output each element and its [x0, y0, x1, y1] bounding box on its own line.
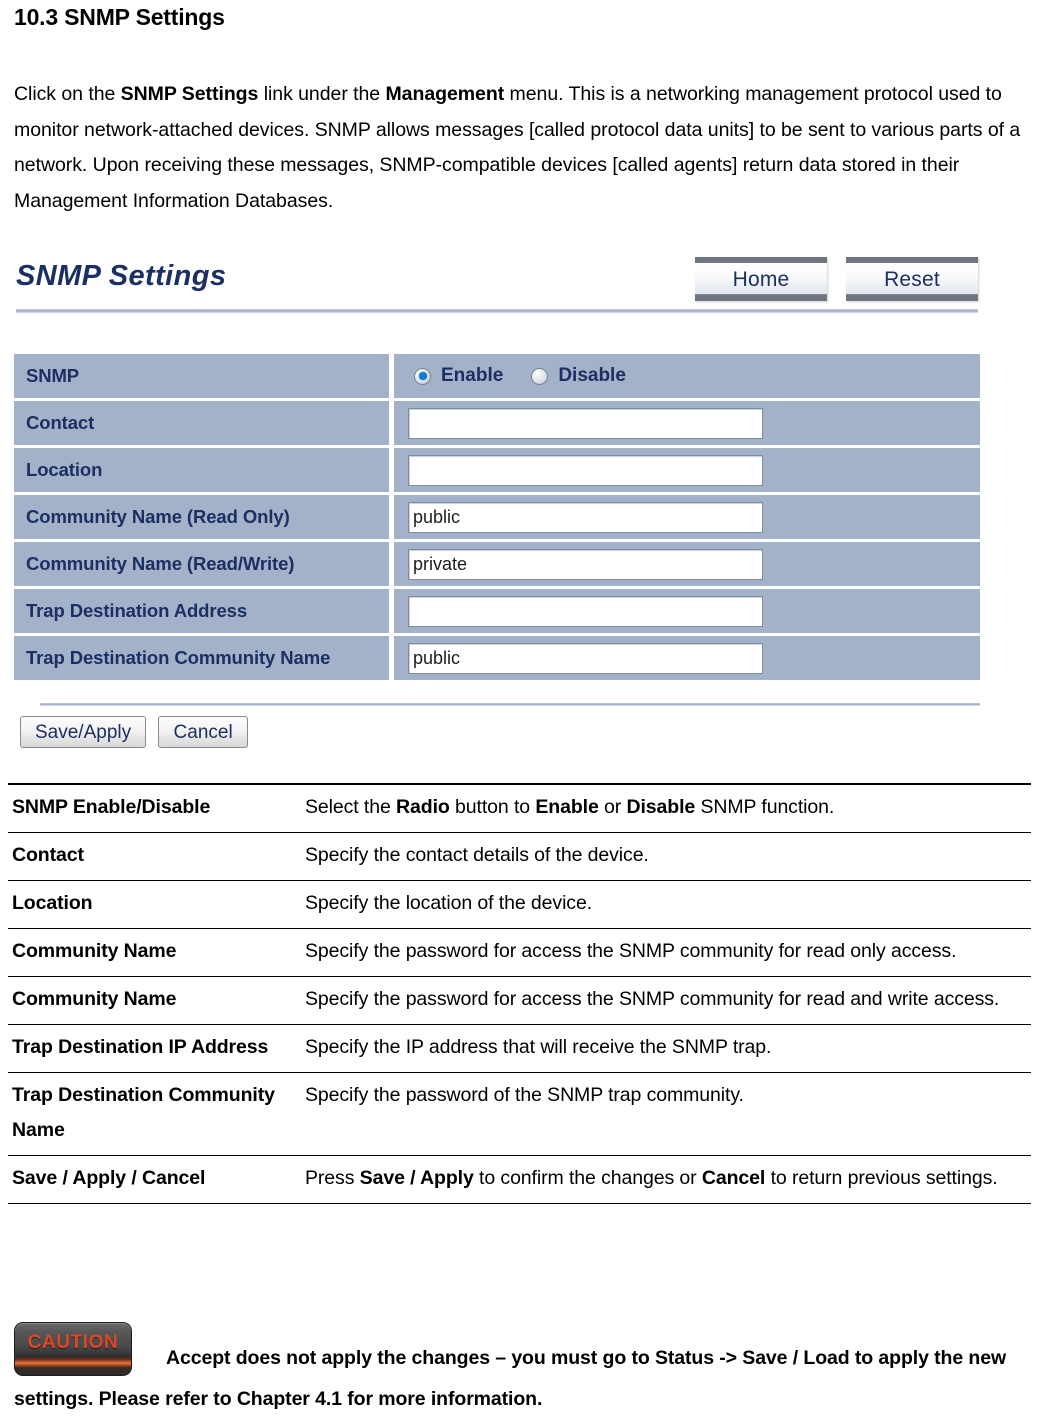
description-term: Contact: [12, 844, 84, 866]
home-button[interactable]: Home: [695, 257, 827, 301]
footer-button-group: Save/Apply Cancel: [20, 716, 982, 748]
table-row: Trap Destination IP Address Specify the I…: [8, 1025, 1031, 1073]
description-term: Location: [12, 892, 93, 914]
field-value: [394, 589, 980, 636]
description-definition: Specify the IP address that will receive…: [305, 1036, 772, 1058]
field-label: Trap Destination Community Name: [14, 636, 394, 683]
caution-note: CAUTION Accept does not apply the change…: [14, 1320, 1030, 1420]
snmp-settings-screenshot: SNMP Settings Home Reset SNMP Enable Dis…: [14, 252, 982, 748]
table-row: Contact Specify the contact details of th…: [8, 833, 1031, 881]
contact-input[interactable]: [408, 407, 763, 439]
caution-icon-label: CAUTION: [27, 1332, 119, 1353]
description-term: Community Name: [12, 988, 177, 1010]
table-row: Community Name Specify the password for a…: [8, 977, 1031, 1025]
description-term: Trap Destination Community Name: [12, 1084, 275, 1141]
table-row: Trap Destination Community Name: [14, 636, 980, 683]
description-term: Trap Destination IP Address: [12, 1036, 269, 1058]
snmp-form-rows: SNMP Enable Disable Contact Location Com…: [14, 354, 980, 683]
table-row: Community Name (Read Only): [14, 495, 980, 542]
field-label: Trap Destination Address: [14, 589, 394, 636]
field-value: [394, 542, 980, 589]
field-description-rows: SNMP Enable/Disable Select the Radio butt…: [8, 784, 1031, 1204]
table-row: Location: [14, 448, 980, 495]
table-row: SNMP Enable Disable: [14, 354, 980, 401]
field-value: [394, 401, 980, 448]
community-name-read-only-input[interactable]: [408, 501, 763, 533]
intro-paragraph: Click on the SNMP Settings link under th…: [14, 83, 1021, 212]
trap-destination-address-input[interactable]: [408, 595, 763, 627]
table-row: Community Name Specify the password for a…: [8, 929, 1031, 977]
description-term: SNMP Enable/Disable: [12, 796, 211, 818]
field-value: Enable Disable: [394, 354, 980, 401]
trap-destination-community-name-input[interactable]: [408, 642, 763, 674]
location-input[interactable]: [408, 454, 763, 486]
description-definition: Specify the location of the device.: [305, 892, 593, 914]
radio-enable-label[interactable]: Enable: [441, 365, 503, 387]
cancel-button[interactable]: Cancel: [158, 716, 249, 748]
field-label: Community Name (Read/Write): [14, 542, 394, 589]
community-name-read-write-input[interactable]: [408, 548, 763, 580]
table-row: Trap Destination Community Name Specify t…: [8, 1073, 1031, 1156]
table-row: Trap Destination Address: [14, 589, 980, 636]
snmp-radio-group: Enable Disable: [408, 365, 980, 387]
snmp-form-table: SNMP Enable Disable Contact Location Com…: [14, 354, 980, 683]
table-row: Location Specify the location of the devi…: [8, 881, 1031, 929]
description-definition: Select the Radio button to Enable or Dis…: [305, 796, 835, 818]
radio-enable-icon[interactable]: [414, 367, 431, 385]
save-apply-button[interactable]: Save/Apply: [20, 716, 147, 748]
reset-button[interactable]: Reset: [846, 257, 978, 301]
description-definition: Press Save / Apply to confirm the change…: [305, 1167, 998, 1189]
caution-text: Accept does not apply the changes – you …: [14, 1320, 1030, 1420]
header-divider: [16, 309, 978, 313]
page-title: 10.3 SNMP Settings: [14, 4, 225, 30]
caution-icon: CAUTION: [14, 1322, 132, 1376]
description-term: Community Name: [12, 940, 177, 962]
radio-disable-icon[interactable]: [531, 367, 549, 385]
description-definition: Specify the password for access the SNMP…: [305, 988, 1000, 1010]
field-description-table: SNMP Enable/Disable Select the Radio butt…: [8, 783, 1031, 1204]
field-value: [394, 495, 980, 542]
header-button-group: Home Reset: [695, 257, 978, 301]
table-row: Contact: [14, 401, 980, 448]
document-body: 10.3 SNMP Settings Click on the SNMP Set…: [14, 0, 1026, 219]
caution-text-content: Accept does not apply the changes – you …: [14, 1347, 1007, 1410]
field-label: SNMP: [14, 354, 394, 401]
table-row: SNMP Enable/Disable Select the Radio butt…: [8, 784, 1031, 833]
field-value: [394, 636, 980, 683]
field-value: [394, 448, 980, 495]
footer-divider: [40, 703, 980, 706]
field-label: Location: [14, 448, 394, 495]
table-row: Save / Apply / Cancel Press Save / Apply …: [8, 1156, 1031, 1204]
screenshot-header: SNMP Settings Home Reset: [14, 252, 982, 314]
radio-disable-label[interactable]: Disable: [558, 365, 626, 387]
description-definition: Specify the password of the SNMP trap co…: [305, 1084, 744, 1106]
description-definition: Specify the password for access the SNMP…: [305, 940, 957, 962]
screenshot-panel-title: SNMP Settings: [16, 260, 227, 292]
field-label: Contact: [14, 401, 394, 448]
table-row: Community Name (Read/Write): [14, 542, 980, 589]
description-term: Save / Apply / Cancel: [12, 1167, 206, 1189]
description-definition: Specify the contact details of the devic…: [305, 844, 649, 866]
field-label: Community Name (Read Only): [14, 495, 394, 542]
